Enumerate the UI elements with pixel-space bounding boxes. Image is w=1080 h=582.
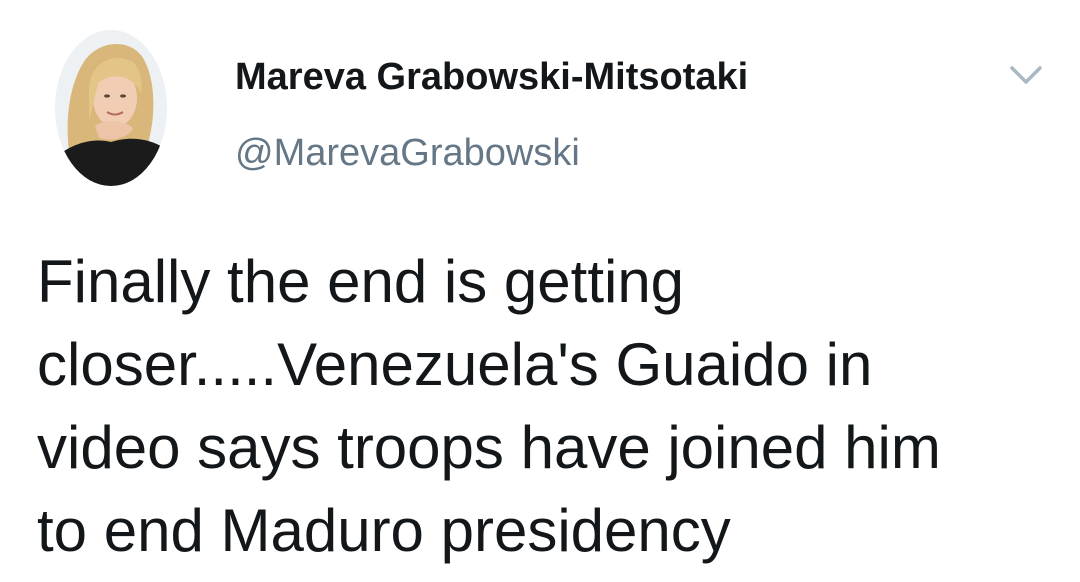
tweet-card: Mareva Grabowski-Mitsotaki @MarevaGrabow… <box>0 0 1080 582</box>
tweet-text-line: video says troops have joined him <box>37 414 941 481</box>
author-display-name[interactable]: Mareva Grabowski-Mitsotaki <box>235 54 748 100</box>
profile-photo-icon <box>55 30 167 186</box>
avatar[interactable] <box>55 30 167 186</box>
tweet-text-line: to end Maduro presidency <box>37 497 731 564</box>
tweet-text-line: closer.....Venezuela's Guaido in <box>37 331 873 398</box>
author-handle[interactable]: @MarevaGrabowski <box>235 130 580 176</box>
tweet-text: Finally the end is getting closer.....Ve… <box>37 240 1057 572</box>
chevron-down-icon <box>1010 66 1042 84</box>
tweet-options-button[interactable] <box>1004 58 1048 94</box>
tweet-text-line: Finally the end is getting <box>37 248 685 315</box>
